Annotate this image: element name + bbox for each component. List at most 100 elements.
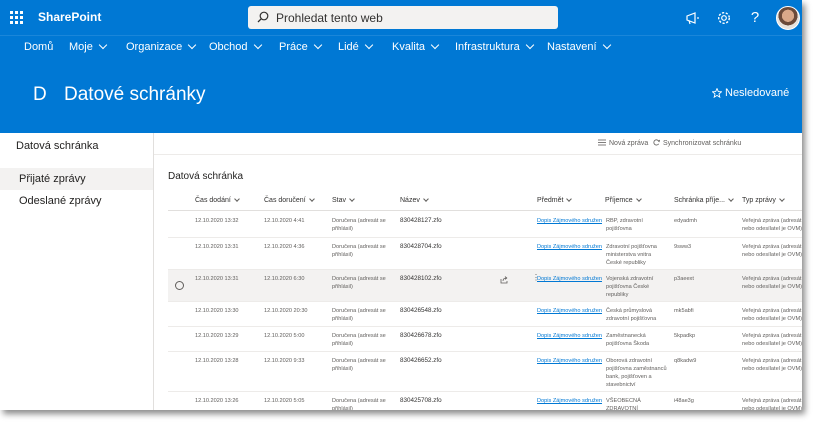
command-bar: Nová zpráva Synchronizovat schránku [154, 133, 802, 155]
cell-cas-doruceni: 12.10.2020 4:36 [264, 244, 305, 250]
command-label: Nová zpráva [609, 140, 649, 147]
chevron-down-icon [566, 196, 573, 202]
nav-item-kvalita[interactable]: Kvalita [392, 40, 440, 53]
leftnav-item-odeslane[interactable]: Odeslané zprávy [0, 190, 153, 212]
cell-predmet-link[interactable]: Dopis Zájmového sdružen [537, 332, 602, 340]
cell-nazev[interactable]: 830426548.zfo [400, 307, 442, 315]
table-row[interactable]: 12.10.2020 13:31 12.10.2020 4:36 Doručen… [168, 238, 802, 270]
nav-label: Organizace [126, 41, 183, 53]
site-title[interactable]: Datové schránky [64, 84, 206, 106]
nav-item-organizace[interactable]: Organizace [126, 40, 197, 53]
megaphone-icon[interactable] [684, 9, 702, 27]
settings-gear-icon[interactable] [715, 9, 733, 27]
cell-nazev[interactable]: 830428704.zfo [400, 243, 442, 251]
cell-nazev[interactable]: 830428127.zfo [400, 217, 442, 225]
cell-predmet-link[interactable]: Dopis Zájmového sdružen [537, 243, 602, 251]
cell-stav: Doručena (adresát se přihlásil) [332, 358, 386, 372]
cell-predmet-link[interactable]: Dopis Zájmového sdružen [537, 307, 602, 315]
nav-label: Domů [24, 41, 54, 53]
new-message-button[interactable]: Nová zpráva [598, 139, 648, 147]
cell-predmet-link[interactable]: Dopis Zájmového sdružen [537, 217, 602, 225]
nav-item-lide[interactable]: Lidé [338, 40, 374, 53]
column-header-schranka[interactable]: Schránka příje... [674, 196, 734, 204]
row-select-radio[interactable] [175, 281, 184, 290]
search-box[interactable]: Prohledat tento web [248, 6, 558, 29]
site-logo[interactable]: D [33, 84, 47, 106]
table-row[interactable]: 12.10.2020 13:26 12.10.2020 5:05 Doručen… [168, 392, 802, 410]
chevron-down-icon [313, 40, 322, 50]
cell-predmet-link[interactable]: Dopis Zájmového sdružen [537, 275, 602, 283]
column-header-typ-zpravy[interactable]: Typ zprávy [742, 196, 785, 204]
cell-schranka: 9sww3 [674, 244, 692, 250]
nav-item-prace[interactable]: Práce [279, 40, 322, 53]
leftnav-item-prijate[interactable]: Přijaté zprávy [0, 168, 153, 190]
top-navigation: Domů Moje Organizace Obchod Práce Lidé K… [0, 35, 802, 61]
cell-stav: Doručena (adresát se přihlásil) [332, 308, 386, 322]
cell-stav: Doručena (adresát se přihlásil) [332, 244, 386, 258]
nav-item-nastaveni[interactable]: Nastavení [547, 40, 611, 53]
cell-predmet-link[interactable]: Dopis Zájmového sdružen [537, 397, 602, 405]
cell-typ-zpravy: Veřejná zpráva (adresát nebo odesílatel … [742, 333, 802, 347]
star-icon [711, 87, 723, 99]
nav-item-moje[interactable]: Moje [69, 40, 108, 53]
column-header-predmet[interactable]: Předmět [537, 196, 573, 204]
cell-cas-dodani: 12.10.2020 13:30 [195, 308, 239, 314]
app-launcher-icon[interactable] [10, 11, 24, 25]
column-label: Čas dodání [195, 197, 231, 204]
sharepoint-brand[interactable]: SharePoint [38, 10, 101, 24]
cell-schranka: edyadmh [674, 218, 698, 224]
cell-predmet-link[interactable]: Dopis Zájmového sdružen [537, 357, 602, 365]
nav-label: Obchod [209, 41, 248, 53]
nav-item-infrastruktura[interactable]: Infrastruktura [455, 40, 535, 53]
cell-prijemce: Vojenská zdravotní pojišťovna České repu… [606, 276, 654, 298]
cell-cas-dodani: 12.10.2020 13:32 [195, 218, 239, 224]
column-header-cas-doruceni[interactable]: Čas doručení [264, 196, 315, 204]
column-label: Stav [332, 197, 347, 204]
cell-prijemce: Česká průmyslová zdravotní pojišťovna [606, 308, 657, 322]
cell-nazev[interactable]: 830428102.zfo [400, 275, 442, 283]
cell-nazev[interactable]: 830426652.zfo [400, 357, 442, 365]
cell-schranka: q8kadw9 [674, 358, 697, 364]
nav-label: Kvalita [392, 41, 426, 53]
cell-cas-dodani: 12.10.2020 13:31 [195, 244, 239, 250]
cell-stav: Doručena (adresát se přihlásil) [332, 398, 386, 410]
cell-schranka: i48ae3g [674, 398, 694, 404]
cell-cas-doruceni: 12.10.2020 5:05 [264, 398, 305, 404]
column-header-cas-dodani[interactable]: Čas dodání [195, 196, 240, 204]
chevron-down-icon [308, 196, 315, 202]
nav-label: Lidé [338, 41, 359, 53]
chevron-down-icon [349, 196, 355, 202]
follow-button[interactable]: Nesledované [711, 87, 789, 99]
column-header-stav[interactable]: Stav [332, 196, 355, 204]
leftnav-title[interactable]: Datová schránka [16, 140, 99, 152]
help-icon[interactable]: ? [746, 9, 764, 27]
column-label: Předmět [537, 197, 564, 204]
suite-bar: SharePoint Prohledat tento web ? [0, 0, 802, 35]
cell-cas-dodani: 12.10.2020 13:28 [195, 358, 239, 364]
site-header: D Datové schránky Nesledované [0, 60, 802, 133]
table-row[interactable]: 12.10.2020 13:30 12.10.2020 20:30 Doruče… [168, 302, 802, 327]
table-row[interactable]: 12.10.2020 13:32 12.10.2020 4:41 Doručen… [168, 212, 802, 238]
nav-item-domu[interactable]: Domů [24, 41, 53, 53]
user-avatar[interactable] [776, 6, 800, 30]
cell-prijemce: VŠEOBECNÁ ZDRAVOTNÍ [606, 398, 641, 410]
column-header-prijemce[interactable]: Příjemce [605, 196, 642, 204]
cell-nazev[interactable]: 830426678.zfo [400, 332, 442, 340]
column-header-nazev[interactable]: Název [400, 196, 429, 204]
nav-item-obchod[interactable]: Obchod [209, 40, 262, 53]
sync-button[interactable]: Synchronizovat schránku [653, 139, 741, 147]
table-row[interactable]: 12.10.2020 13:28 12.10.2020 9:33 Doručen… [168, 352, 802, 392]
search-icon [257, 11, 269, 23]
table-row[interactable]: 12.10.2020 13:29 12.10.2020 5:00 Doručen… [168, 327, 802, 352]
table-row-selected[interactable]: 12.10.2020 13:31 12.10.2020 6:30 Doručen… [168, 270, 802, 302]
column-label: Název [400, 197, 420, 204]
chevron-down-icon [602, 40, 611, 50]
chevron-down-icon [98, 40, 108, 50]
search-input[interactable]: Prohledat tento web [276, 11, 383, 25]
cell-schranka: 5kpadkp [674, 333, 696, 339]
command-label: Synchronizovat schránku [663, 140, 742, 147]
header-divider [168, 210, 802, 211]
share-icon[interactable] [500, 276, 508, 284]
cell-cas-dodani: 12.10.2020 13:26 [195, 398, 239, 404]
cell-nazev[interactable]: 830425708.zfo [400, 397, 442, 405]
